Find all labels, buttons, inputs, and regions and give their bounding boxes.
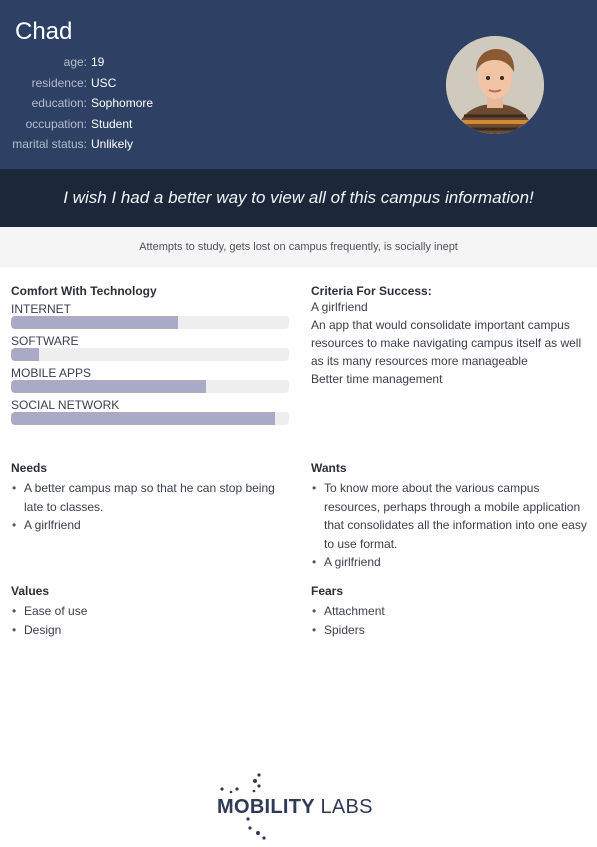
detail-row-marital-status: marital status: Unlikely xyxy=(0,134,153,155)
needs-list: A better campus map so that he can stop … xyxy=(11,479,289,535)
detail-key: education: xyxy=(31,96,87,110)
persona-name: Chad xyxy=(15,18,73,45)
detail-key: age: xyxy=(63,55,87,69)
detail-row-residence: residence: USC xyxy=(0,73,153,94)
criteria-line: A girlfriend xyxy=(311,300,368,314)
persona-details: age: 19 residence: USC education: Sophom… xyxy=(0,52,153,155)
detail-value: USC xyxy=(91,75,117,90)
detail-row-occupation: occupation: Student xyxy=(0,114,153,135)
list-item: Ease of use xyxy=(11,602,289,621)
list-item: A better campus map so that he can stop … xyxy=(11,479,289,516)
detail-value: Student xyxy=(91,116,133,131)
user-photo-icon xyxy=(446,36,544,134)
wants-section: Wants To know more about the various cam… xyxy=(311,461,591,572)
meter-fill xyxy=(11,316,178,329)
persona-header: Chad age: 19 residence: USC education: S… xyxy=(0,0,597,169)
list-item: A girlfriend xyxy=(11,516,289,535)
meter-track xyxy=(11,348,289,361)
criteria-line: Better time management xyxy=(311,372,443,386)
logo-wordmark: MOBILITY LABS xyxy=(217,796,373,819)
persona-summary: Attempts to study, gets lost on campus f… xyxy=(0,227,597,267)
meter-track xyxy=(11,316,289,329)
fears-section: Fears Attachment Spiders xyxy=(311,584,591,639)
fears-list: Attachment Spiders xyxy=(311,602,591,639)
values-section: Values Ease of use Design xyxy=(11,584,289,639)
list-item: Design xyxy=(11,621,289,640)
meter-track xyxy=(11,380,289,393)
detail-key: occupation: xyxy=(25,116,87,131)
wants-list: To know more about the various campus re… xyxy=(311,479,591,572)
needs-title: Needs xyxy=(11,461,48,475)
detail-row-education: education: Sophomore xyxy=(0,93,153,114)
needs-section: Needs A better campus map so that he can… xyxy=(11,461,289,535)
meter-mobile-apps: MOBILE APPS xyxy=(11,362,289,393)
persona-quote: I wish I had a better way to view all of… xyxy=(0,169,597,227)
values-list: Ease of use Design xyxy=(11,602,289,639)
meter-fill xyxy=(11,412,276,425)
meter-social-network: SOCIAL NETWORK xyxy=(11,394,289,425)
list-item: Attachment xyxy=(311,602,591,621)
meter-internet: INTERNET xyxy=(11,298,289,329)
technology-comfort: Comfort With Technology INTERNET SOFTWAR… xyxy=(11,284,289,425)
values-title: Values xyxy=(11,584,50,598)
criteria-title: Criteria For Success: xyxy=(311,284,432,298)
list-item: To know more about the various campus re… xyxy=(311,479,591,553)
meter-track xyxy=(11,412,289,425)
detail-key: marital status: xyxy=(12,137,87,151)
criteria-line: An app that would consolidate important … xyxy=(311,318,582,368)
wants-title: Wants xyxy=(311,461,347,475)
detail-value: Unlikely xyxy=(91,137,134,151)
mobility-labs-logo: MOBILITY LABS xyxy=(214,772,389,842)
meter-fill xyxy=(11,348,39,361)
logo-brand-bold: MOBILITY xyxy=(217,796,315,818)
success-criteria: Criteria For Success: A girlfriend An ap… xyxy=(311,284,591,388)
detail-key: residence: xyxy=(31,75,87,90)
technology-title: Comfort With Technology xyxy=(11,284,157,298)
meter-fill xyxy=(11,380,206,393)
detail-value: Sophomore xyxy=(91,96,154,110)
detail-value: 19 xyxy=(91,55,105,69)
list-item: Spiders xyxy=(311,621,591,640)
avatar xyxy=(446,36,544,134)
list-item: A girlfriend xyxy=(311,553,591,572)
meter-software: SOFTWARE xyxy=(11,330,289,361)
fears-title: Fears xyxy=(311,584,344,598)
logo-brand-light: LABS xyxy=(320,796,373,818)
detail-row-age: age: 19 xyxy=(0,52,153,73)
